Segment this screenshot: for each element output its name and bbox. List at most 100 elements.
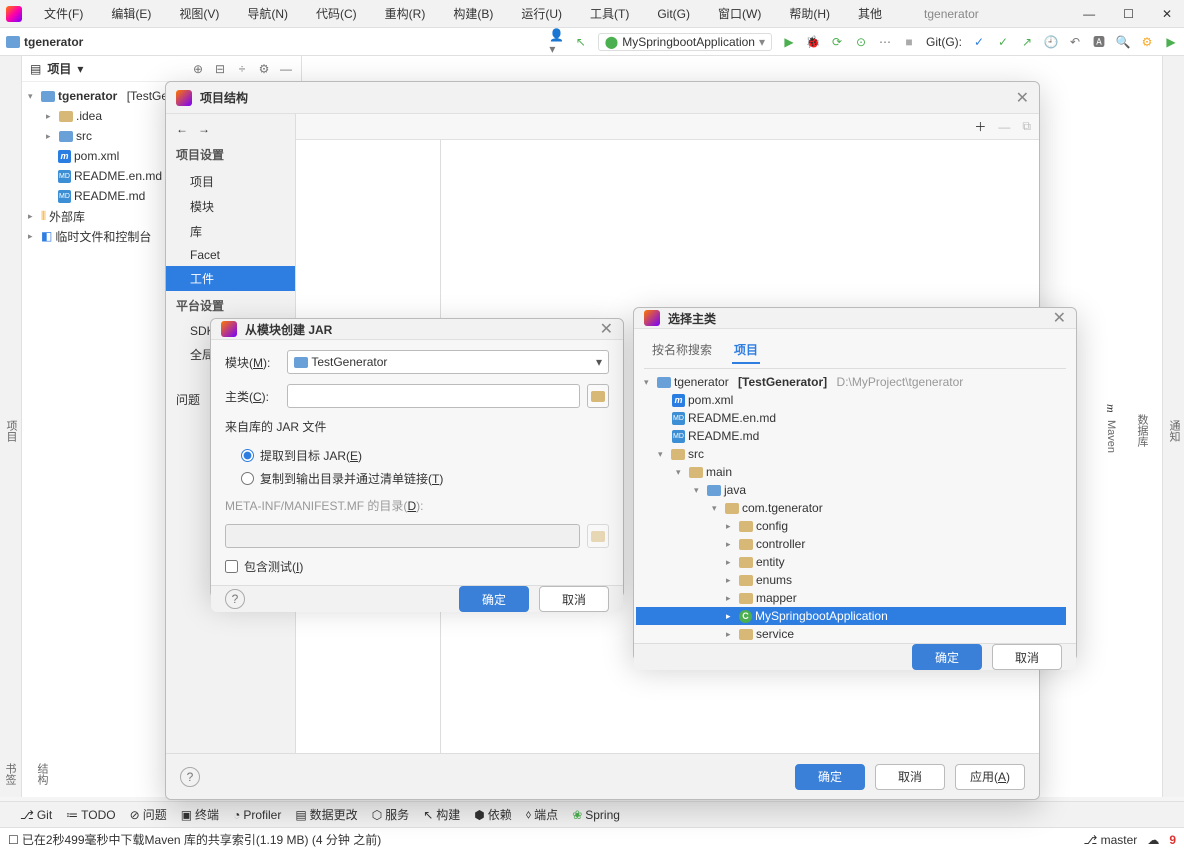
minimize-icon[interactable]: — — [1077, 5, 1101, 23]
menu-help[interactable]: 帮助(H) — [777, 3, 842, 24]
cls-app[interactable]: ▸CMySpringbootApplication — [636, 607, 1066, 625]
branch-indicator[interactable]: ⎇ master — [1083, 833, 1137, 847]
project-pane-title[interactable]: 项目 — [47, 60, 71, 77]
translate-icon[interactable]: 🅰 — [1092, 35, 1106, 49]
cls-src[interactable]: ▾src — [636, 445, 1066, 463]
include-tests-check[interactable]: 包含测试(I) — [225, 558, 609, 575]
tab-project[interactable]: 项目 — [732, 337, 760, 364]
sidebar-item-facets[interactable]: Facet — [166, 244, 295, 266]
cls-root[interactable]: ▾tgenerator [TestGenerator] D:\MyProject… — [636, 373, 1066, 391]
menu-nav[interactable]: 导航(N) — [235, 3, 300, 24]
tool-profiler[interactable]: ◔ Profiler — [233, 808, 281, 822]
cls-enums[interactable]: ▸enums — [636, 571, 1066, 589]
status-icon[interactable]: ☐ — [8, 833, 19, 847]
git-history-icon[interactable]: 🕘 — [1044, 35, 1058, 49]
tool-dbchanges[interactable]: ▤ 数据更改 — [295, 806, 357, 823]
back-icon[interactable]: ← — [176, 122, 188, 136]
browse-mainclass-button[interactable] — [587, 384, 609, 408]
menu-other[interactable]: 其他 — [846, 3, 894, 24]
hide-icon[interactable]: — — [279, 62, 293, 76]
close-icon[interactable]: ✕ — [600, 319, 613, 339]
module-combo[interactable]: TestGenerator▾ — [287, 350, 609, 374]
search-icon[interactable]: 🔍 — [1116, 35, 1130, 49]
tool-terminal[interactable]: ▣ 终端 — [181, 806, 219, 823]
radio-extract[interactable]: 提取到目标 JAR(E) — [241, 447, 609, 464]
cancel-button[interactable]: 取消 — [875, 764, 945, 790]
tool-problems[interactable]: ⊘ 问题 — [130, 806, 167, 823]
cls-config[interactable]: ▸config — [636, 517, 1066, 535]
add-icon[interactable]: ＋ — [974, 118, 986, 135]
tool-git[interactable]: ⎇ Git — [20, 808, 52, 822]
menu-view[interactable]: 视图(V) — [167, 3, 231, 24]
gutter-maven[interactable]: m Maven — [1101, 400, 1120, 461]
cls-readme[interactable]: MDREADME.md — [636, 427, 1066, 445]
sidebar-item-libs[interactable]: 库 — [166, 219, 295, 244]
gutter-project[interactable]: 项目 — [1, 416, 21, 446]
cancel-button[interactable]: 取消 — [992, 644, 1062, 670]
tool-todo[interactable]: ≔ TODO — [66, 808, 115, 822]
remove-icon[interactable]: — — [998, 120, 1010, 134]
menu-build[interactable]: 构建(B) — [441, 3, 505, 24]
settings-icon[interactable]: ⚙ — [1140, 35, 1154, 49]
menu-tools[interactable]: 工具(T) — [578, 3, 641, 24]
menu-edit[interactable]: 编辑(E) — [99, 3, 163, 24]
select-opened-icon[interactable]: ÷ — [235, 62, 249, 76]
collapse-all-icon[interactable]: ⊟ — [213, 62, 227, 76]
menu-code[interactable]: 代码(C) — [304, 3, 369, 24]
run-icon[interactable]: ▶ — [782, 35, 796, 49]
gutter-notifications[interactable]: 通知 — [1164, 416, 1184, 446]
cls-pkg[interactable]: ▾com.tgenerator — [636, 499, 1066, 517]
run-config-selector[interactable]: ⬤MySpringbootApplication▾ — [598, 33, 772, 51]
cls-main[interactable]: ▾main — [636, 463, 1066, 481]
gutter-structure[interactable]: 结构 — [32, 759, 52, 789]
menu-git[interactable]: Git(G) — [645, 5, 702, 23]
copy-icon[interactable]: ⧉ — [1022, 119, 1031, 134]
git-push-icon[interactable]: ↗ — [1020, 35, 1034, 49]
cls-java[interactable]: ▾java — [636, 481, 1066, 499]
cls-readme-en[interactable]: MDREADME.en.md — [636, 409, 1066, 427]
gutter-bookmarks[interactable]: 书签 — [0, 759, 20, 789]
apply-button[interactable]: 应用(A) — [955, 764, 1025, 790]
menu-window[interactable]: 窗口(W) — [706, 3, 773, 24]
gear-icon[interactable]: ⚙ — [257, 62, 271, 76]
sidebar-item-project[interactable]: 项目 — [166, 169, 295, 194]
git-update-icon[interactable]: ✓ — [972, 35, 986, 49]
profile-icon[interactable]: ⊙ — [854, 35, 868, 49]
menu-run[interactable]: 运行(U) — [509, 3, 574, 24]
cls-service[interactable]: ▸service — [636, 625, 1066, 643]
tool-services[interactable]: ⬡ 服务 — [372, 806, 410, 823]
expand-all-icon[interactable]: ⊕ — [191, 62, 205, 76]
radio-copy[interactable]: 复制到输出目录并通过清单链接(T) — [241, 470, 609, 487]
help-icon[interactable]: ? — [180, 767, 200, 787]
menu-file[interactable]: 文件(F) — [32, 3, 95, 24]
status-cloud-icon[interactable]: ☁ — [1147, 833, 1159, 847]
user-icon[interactable]: 👤▾ — [550, 35, 564, 49]
breadcrumb-root[interactable]: tgenerator — [24, 35, 83, 49]
play-last-icon[interactable]: ▶ — [1164, 35, 1178, 49]
forward-icon[interactable]: → — [198, 122, 210, 136]
tool-endpoints[interactable]: ⬨ 端点 — [526, 806, 558, 823]
status-extra-icon[interactable]: 9 — [1169, 833, 1176, 847]
maximize-icon[interactable]: ☐ — [1117, 5, 1140, 23]
gutter-database[interactable]: 数据库 — [1132, 410, 1152, 451]
ok-button[interactable]: 确定 — [459, 586, 529, 612]
coverage-icon[interactable]: ⟳ — [830, 35, 844, 49]
cancel-button[interactable]: 取消 — [539, 586, 609, 612]
cls-controller[interactable]: ▸controller — [636, 535, 1066, 553]
help-icon[interactable]: ? — [225, 589, 245, 609]
tool-build[interactable]: ↖ 构建 — [423, 806, 460, 823]
cls-entity[interactable]: ▸entity — [636, 553, 1066, 571]
hammer-icon[interactable]: ↖ — [574, 35, 588, 49]
tool-deps[interactable]: ⬢ 依赖 — [474, 806, 512, 823]
cls-pom[interactable]: mpom.xml — [636, 391, 1066, 409]
git-rollback-icon[interactable]: ↶ — [1068, 35, 1082, 49]
attach-icon[interactable]: ⋯ — [878, 35, 892, 49]
ok-button[interactable]: 确定 — [795, 764, 865, 790]
close-icon[interactable]: ✕ — [1016, 88, 1029, 108]
ok-button[interactable]: 确定 — [912, 644, 982, 670]
mainclass-input[interactable] — [287, 384, 580, 408]
close-icon[interactable]: ✕ — [1053, 308, 1066, 328]
sidebar-item-modules[interactable]: 模块 — [166, 194, 295, 219]
debug-icon[interactable]: 🐞 — [806, 35, 820, 49]
close-window-icon[interactable]: ✕ — [1156, 5, 1178, 23]
